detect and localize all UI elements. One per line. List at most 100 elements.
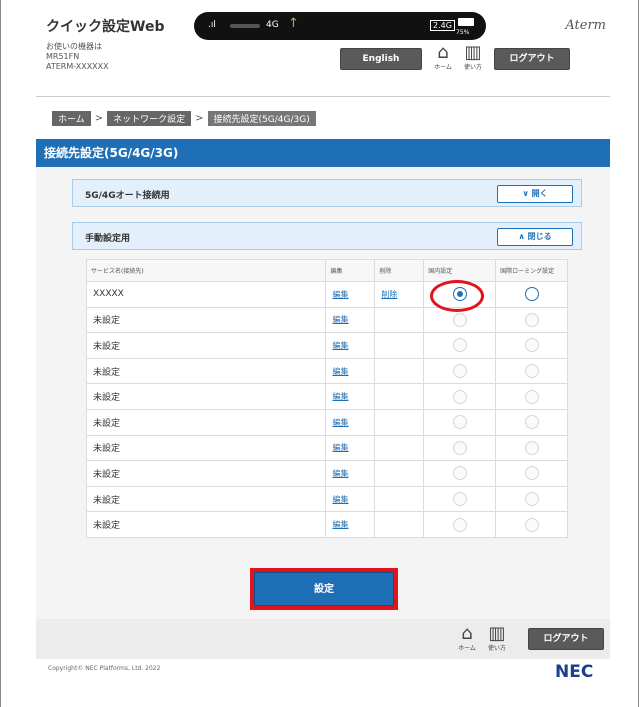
domestic-radio — [452, 492, 467, 507]
header-edit: 編集 — [325, 259, 376, 282]
footer-help-button[interactable]: ▥ 使い方 — [484, 623, 510, 653]
delete-cell: 削除 — [374, 281, 425, 308]
delete-link[interactable]: 削除 — [381, 290, 397, 299]
roaming-cell — [495, 383, 568, 410]
service-name: 未設定 — [85, 383, 327, 410]
edit-link[interactable]: 編集 — [332, 341, 348, 350]
service-name: 未設定 — [85, 511, 327, 538]
network-type: 4G — [266, 20, 279, 30]
table-row: 未設定 編集 — [85, 434, 568, 462]
roaming-radio — [524, 364, 539, 379]
roaming-cell — [495, 460, 568, 487]
close-button[interactable]: ∧ 閉じる — [497, 228, 573, 246]
roaming-cell — [495, 511, 568, 538]
data-transfer-icon: ↑ — [288, 16, 299, 31]
edit-cell: 編集 — [325, 306, 376, 334]
footer-bar — [36, 619, 610, 659]
service-name: XXXXX — [85, 281, 327, 308]
table-header-row: サービス名(接続先) 編集 削除 国内設定 国際ローミング設定 — [85, 259, 568, 282]
domestic-cell — [423, 434, 497, 462]
accordion-label: 手動設定用 — [85, 234, 131, 244]
table-row: 未設定 編集 — [85, 511, 568, 538]
device-label: お使いの機器は — [46, 42, 102, 51]
table-row: 未設定 編集 — [85, 460, 568, 487]
edit-link[interactable]: 編集 — [332, 495, 348, 504]
header-divider — [36, 96, 610, 97]
open-button[interactable]: ∨ 開く — [497, 185, 573, 203]
open-button-label: 開く — [531, 189, 548, 198]
connection-table: サービス名(接続先) 編集 削除 国内設定 国際ローミング設定 XXXXX 編集削… — [85, 259, 568, 538]
roaming-cell — [495, 306, 568, 334]
table-row: 未設定 編集 — [85, 485, 568, 513]
domestic-radio — [452, 440, 467, 455]
table-row: 未設定 編集 — [85, 357, 568, 385]
help-button[interactable]: ▥ 使い方 — [460, 42, 486, 72]
submit-button[interactable]: 設定 — [254, 572, 394, 606]
breadcrumb-current: 接続先設定(5G/4G/3G) — [207, 110, 316, 126]
home-button[interactable]: ⌂ ホーム — [430, 44, 456, 72]
delete-cell — [374, 357, 425, 385]
roaming-radio — [524, 466, 539, 481]
service-name: 未設定 — [85, 332, 327, 359]
breadcrumb-network-settings[interactable]: ネットワーク設定 — [107, 110, 192, 126]
edit-cell: 編集 — [325, 383, 376, 410]
roaming-radio[interactable] — [524, 287, 539, 302]
edit-link[interactable]: 編集 — [332, 392, 348, 401]
device-model: MR51FN — [46, 52, 80, 61]
edit-link[interactable]: 編集 — [332, 443, 348, 452]
roaming-radio — [524, 389, 539, 404]
english-button[interactable]: English — [340, 48, 422, 70]
book-icon: ▥ — [488, 623, 506, 644]
domestic-radio — [452, 517, 467, 532]
home-caption: ホーム — [434, 64, 452, 71]
roaming-radio — [524, 338, 539, 353]
signal-strength-bar — [230, 24, 260, 28]
breadcrumb-separator: > — [94, 112, 104, 124]
edit-link[interactable]: 編集 — [332, 520, 348, 529]
service-name: 未設定 — [85, 306, 327, 334]
domestic-cell — [423, 408, 497, 436]
edit-cell: 編集 — [325, 460, 376, 487]
roaming-cell — [495, 357, 568, 385]
delete-cell — [374, 485, 425, 513]
service-name: 未設定 — [85, 434, 327, 462]
table-row: 未設定 編集 — [85, 306, 568, 334]
roaming-cell — [495, 281, 568, 308]
domestic-radio[interactable] — [452, 287, 467, 302]
help-caption: 使い方 — [487, 645, 506, 652]
edit-cell: 編集 — [325, 511, 376, 538]
edit-cell: 編集 — [325, 408, 376, 436]
roaming-cell — [495, 485, 568, 513]
edit-link[interactable]: 編集 — [332, 315, 348, 324]
edit-link[interactable]: 編集 — [332, 469, 348, 478]
copyright: Copyright© NEC Platforms, Ltd. 2022 — [48, 665, 161, 672]
domestic-cell — [423, 281, 497, 308]
delete-cell — [374, 511, 425, 538]
edit-cell: 編集 — [325, 434, 376, 462]
app-title: クイック設定Web — [46, 19, 165, 35]
edit-cell: 編集 — [325, 357, 376, 385]
close-button-label: 閉じる — [527, 232, 552, 241]
edit-link[interactable]: 編集 — [332, 290, 348, 299]
table-row: 未設定 編集 — [85, 408, 568, 436]
breadcrumb-home[interactable]: ホーム — [52, 110, 91, 126]
footer-home-button[interactable]: ⌂ ホーム — [454, 623, 480, 653]
chevron-up-icon: ∧ — [518, 232, 528, 241]
edit-link[interactable]: 編集 — [332, 367, 348, 376]
edit-cell: 編集 — [325, 281, 376, 308]
edit-link[interactable]: 編集 — [332, 418, 348, 427]
home-icon: ⌂ — [461, 623, 473, 644]
battery-percent: 75% — [456, 29, 470, 36]
roaming-radio — [524, 492, 539, 507]
service-name: 未設定 — [85, 408, 327, 436]
domestic-radio — [452, 466, 467, 481]
domestic-cell — [423, 383, 497, 410]
domestic-radio — [452, 338, 467, 353]
logout-button[interactable]: ログアウト — [494, 48, 570, 70]
delete-cell — [374, 434, 425, 462]
book-icon: ▥ — [464, 42, 482, 63]
domestic-radio — [452, 364, 467, 379]
domestic-cell — [423, 306, 497, 334]
footer-logout-button[interactable]: ログアウト — [528, 628, 604, 650]
header-domestic: 国内設定 — [423, 259, 497, 282]
